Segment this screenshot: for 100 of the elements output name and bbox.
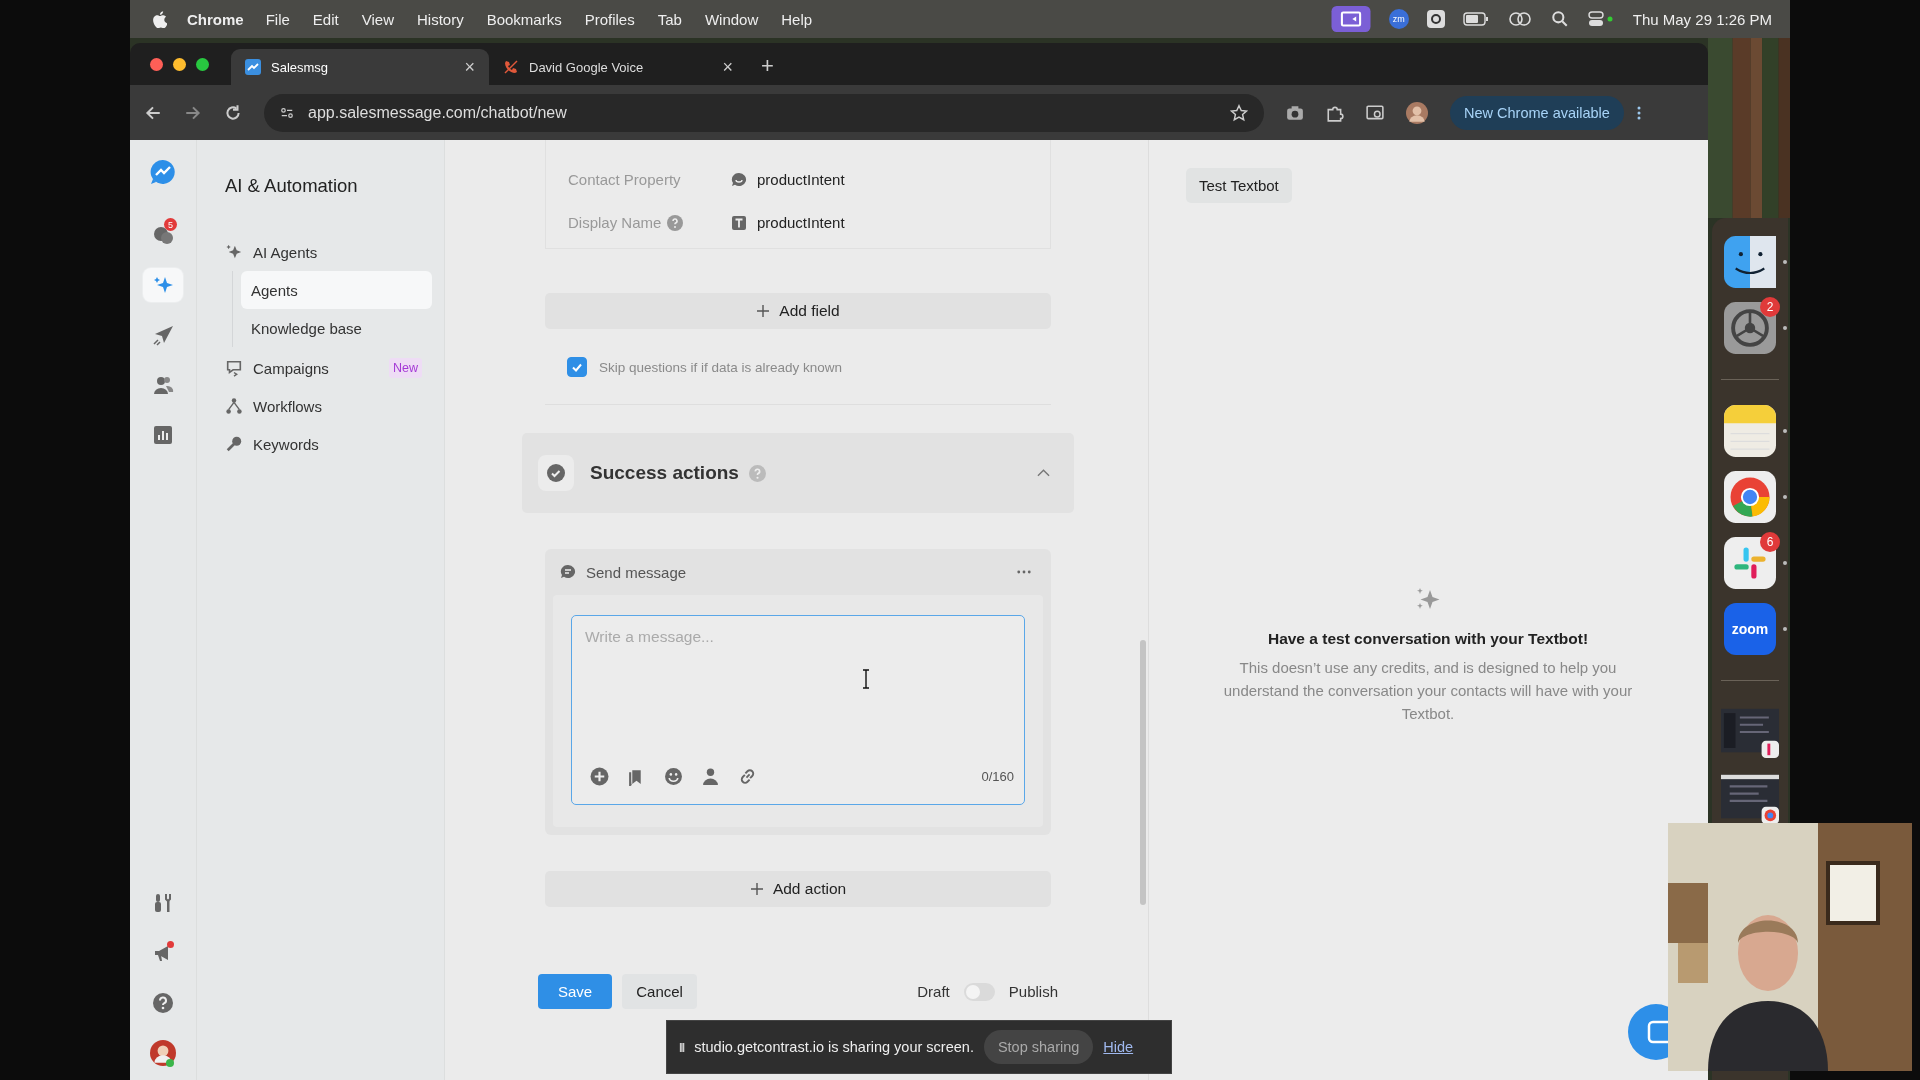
text-cursor-icon — [862, 669, 870, 689]
checkbox[interactable] — [567, 357, 587, 377]
toggle-label: Draft — [917, 983, 950, 1000]
chat-arrow-icon — [225, 359, 243, 377]
add-icon[interactable] — [590, 767, 609, 786]
chat-widget-icon[interactable] — [1628, 1004, 1668, 1060]
running-dot — [1783, 627, 1787, 631]
chat-bubble-icon — [731, 171, 747, 188]
test-button[interactable]: Test Textbot — [1186, 168, 1292, 203]
character-counter: 0/160 — [981, 769, 1014, 784]
running-dot — [1783, 561, 1787, 565]
tab-title: Salesmsg — [271, 59, 330, 75]
sidebar-item[interactable]: Campaigns New — [215, 349, 432, 387]
link-icon[interactable] — [1506, 11, 1533, 27]
section-title: Success actions — [590, 462, 739, 484]
update-button[interactable]: New Chrome available — [1450, 95, 1624, 130]
gear-icon[interactable] — [1426, 10, 1445, 28]
scrollbar-thumb[interactable] — [1140, 640, 1146, 905]
screen-share-icon[interactable] — [1330, 6, 1371, 32]
menu-item[interactable]: Profiles — [584, 10, 635, 28]
nav-button[interactable] — [143, 268, 183, 302]
sidebar-subitem[interactable]: Agents — [241, 271, 432, 309]
tab-title: David Google Voice — [529, 59, 645, 75]
workflow-icon — [225, 397, 243, 415]
more-icon[interactable] — [1017, 570, 1031, 574]
menu-item[interactable]: Bookmarks — [486, 10, 562, 28]
new-badge: New — [389, 358, 422, 378]
new-tab-button[interactable]: + — [761, 53, 774, 79]
add-action-button[interactable]: Add action — [545, 871, 1051, 907]
url-text: app.salesmessage.com/chatbot/new — [308, 103, 567, 122]
message-input[interactable]: Write a message... — [572, 616, 1024, 767]
empty-state-heading: Have a test conversation with your Textbot! — [1267, 630, 1589, 648]
camera-icon[interactable] — [1286, 103, 1304, 122]
cancel-button[interactable]: Cancel — [622, 974, 697, 1009]
clock: Thu May 29 1:26 PM — [1632, 10, 1772, 28]
emoji-icon[interactable] — [664, 767, 683, 786]
stop-sharing-button[interactable]: Stop sharing — [983, 1030, 1094, 1064]
reload-icon[interactable] — [224, 103, 242, 122]
tools-icon — [152, 892, 174, 914]
people-icon — [152, 374, 174, 396]
field-value: productIntent — [757, 214, 845, 231]
nav-button[interactable]: 5 — [143, 218, 183, 252]
running-dot — [1783, 326, 1787, 330]
chevron-up-icon[interactable] — [1037, 469, 1050, 477]
notification-dot — [167, 941, 174, 948]
menu-item[interactable]: View — [361, 10, 394, 28]
count-badge: 6 — [1760, 532, 1780, 552]
sidebar-item[interactable]: AI Agents — [215, 233, 432, 271]
field-value: productIntent — [757, 171, 845, 188]
sidebar-search-icon[interactable] — [1366, 103, 1384, 122]
battery-icon[interactable] — [1462, 11, 1489, 27]
avatar-icon[interactable] — [1406, 101, 1428, 124]
pause-icon[interactable]: II — [679, 1039, 685, 1055]
minimize-window-button[interactable] — [173, 57, 186, 71]
close-tab-button[interactable]: × — [464, 56, 475, 78]
video-app-icon[interactable]: zoom — [1724, 603, 1776, 655]
avatar-icon — [150, 1040, 176, 1066]
running-dot — [1783, 495, 1787, 499]
phone-icon — [503, 59, 519, 75]
app-logo-icon[interactable] — [149, 158, 177, 186]
close-window-button[interactable] — [150, 57, 163, 71]
key-icon — [225, 435, 243, 453]
sidebar-item-label: AI Agents — [253, 243, 318, 261]
apple-icon[interactable] — [152, 10, 167, 28]
browser-tab[interactable]: David Google Voice × — [489, 49, 747, 85]
menu-item[interactable]: History — [416, 10, 464, 28]
chats-icon — [152, 224, 174, 246]
close-tab-button[interactable]: × — [722, 56, 733, 78]
app-logo-icon — [245, 59, 261, 75]
sidebar-item[interactable]: Keywords — [215, 425, 432, 463]
control-center-icon[interactable] — [1586, 11, 1615, 27]
menu-item[interactable]: Chrome — [187, 10, 244, 28]
sidebar-subitem[interactable]: Knowledge base — [241, 309, 432, 347]
menu-item[interactable]: Window — [704, 10, 759, 28]
field-label: Contact Property — [568, 171, 681, 188]
zoom-window-button[interactable] — [196, 57, 209, 71]
link-icon[interactable] — [738, 767, 757, 786]
sidebar-item[interactable]: Workflows — [215, 387, 432, 425]
gear-icon[interactable] — [1724, 302, 1776, 354]
person-icon[interactable] — [701, 767, 720, 786]
message-field[interactable]: Write a message... 0/160 — [571, 615, 1025, 805]
hide-link[interactable]: Hide — [1103, 1039, 1134, 1055]
notepad-icon[interactable] — [1724, 405, 1776, 457]
publish-toggle[interactable] — [963, 982, 995, 1001]
menu-item[interactable]: Edit — [312, 10, 339, 28]
search-icon[interactable] — [1550, 10, 1569, 28]
sidebar-title: AI & Automation — [225, 175, 359, 197]
address-bar[interactable]: app.salesmessage.com/chatbot/new — [264, 93, 1264, 132]
menu-item[interactable]: Tab — [657, 10, 682, 28]
star-icon[interactable] — [1230, 103, 1248, 122]
menu-item[interactable]: Help — [781, 10, 813, 28]
count-badge: 2 — [1760, 297, 1780, 317]
face-icon[interactable] — [1724, 236, 1776, 288]
zoom-status-icon[interactable]: zm — [1388, 9, 1409, 29]
section-header[interactable]: Success actions — [522, 433, 1074, 513]
hash-icon[interactable] — [1724, 537, 1776, 589]
help-icon — [152, 992, 174, 1014]
browser-tab[interactable]: Salesmsg × — [231, 49, 489, 85]
add-field-button[interactable]: Add field — [545, 293, 1051, 329]
menu-item[interactable]: File — [265, 10, 290, 28]
